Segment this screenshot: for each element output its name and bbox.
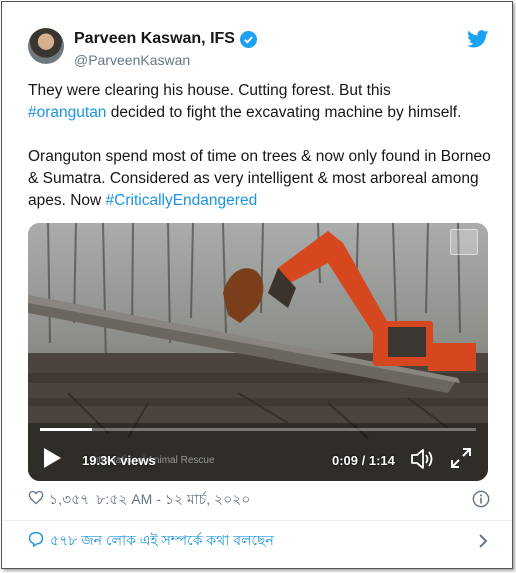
hashtag-orangutan[interactable]: #orangutan: [28, 104, 106, 121]
video-time: 0:09 / 1:14: [332, 453, 395, 468]
fullscreen-icon[interactable]: [450, 447, 472, 474]
divider: [2, 520, 512, 521]
conversation-link[interactable]: ৫৭৮ জন লোক এই সম্পর্কে কথা বলছেন: [28, 530, 490, 552]
tweet-paragraph-2-text: Oranguton spend most of time on trees & …: [28, 148, 491, 209]
display-name[interactable]: Parveen Kaswan, IFS: [74, 30, 235, 48]
video-progress-fill: [40, 428, 93, 431]
author-name-row[interactable]: Parveen Kaswan, IFS: [74, 30, 257, 48]
chat-bubble-icon: [28, 531, 44, 552]
twitter-bird-icon[interactable]: [467, 30, 489, 53]
play-icon[interactable]: [42, 447, 62, 469]
info-icon[interactable]: [472, 490, 490, 513]
tweet-header: Parveen Kaswan, IFS @ParveenKaswan: [28, 28, 493, 68]
heart-icon[interactable]: [28, 490, 44, 510]
view-count: 19.3K views: [82, 453, 156, 468]
video-player[interactable]: International Animal Rescue 19.3K views …: [28, 223, 488, 481]
volume-icon[interactable]: [410, 447, 436, 476]
tweet-paragraph-1: They were clearing his house. Cutting fo…: [28, 80, 498, 124]
verified-badge-icon: [239, 30, 257, 48]
tweet-meta: ১,৩৫৭ ৮:৫২ AM - ১২ মার্চ, ২০২০: [28, 490, 490, 510]
tweet-text: They were clearing his house. Cutting fo…: [28, 80, 498, 212]
video-progress-bar[interactable]: [40, 428, 476, 431]
avatar[interactable]: [28, 28, 64, 64]
embedded-tweet-card: Parveen Kaswan, IFS @ParveenKaswan They …: [1, 1, 513, 569]
tweet-timestamp[interactable]: ৮:৫২ AM - ১২ মার্চ, ২০২০: [96, 488, 250, 512]
conversation-label[interactable]: ৫৭৮ জন লোক এই সম্পর্কে কথা বলছেন: [50, 529, 274, 553]
tweet-line-2: decided to fight the excavating machine …: [106, 104, 462, 121]
chevron-right-icon[interactable]: [478, 533, 488, 554]
tweet-paragraph-2: Oranguton spend most of time on trees & …: [28, 146, 498, 212]
video-badge: [450, 229, 478, 255]
hashtag-critically-endangered[interactable]: #CriticallyEndangered: [106, 192, 258, 209]
user-handle[interactable]: @ParveenKaswan: [74, 52, 190, 68]
like-count[interactable]: ১,৩৫৭: [49, 488, 89, 512]
tweet-line-1: They were clearing his house. Cutting fo…: [28, 82, 391, 99]
video-frame: [28, 223, 488, 481]
